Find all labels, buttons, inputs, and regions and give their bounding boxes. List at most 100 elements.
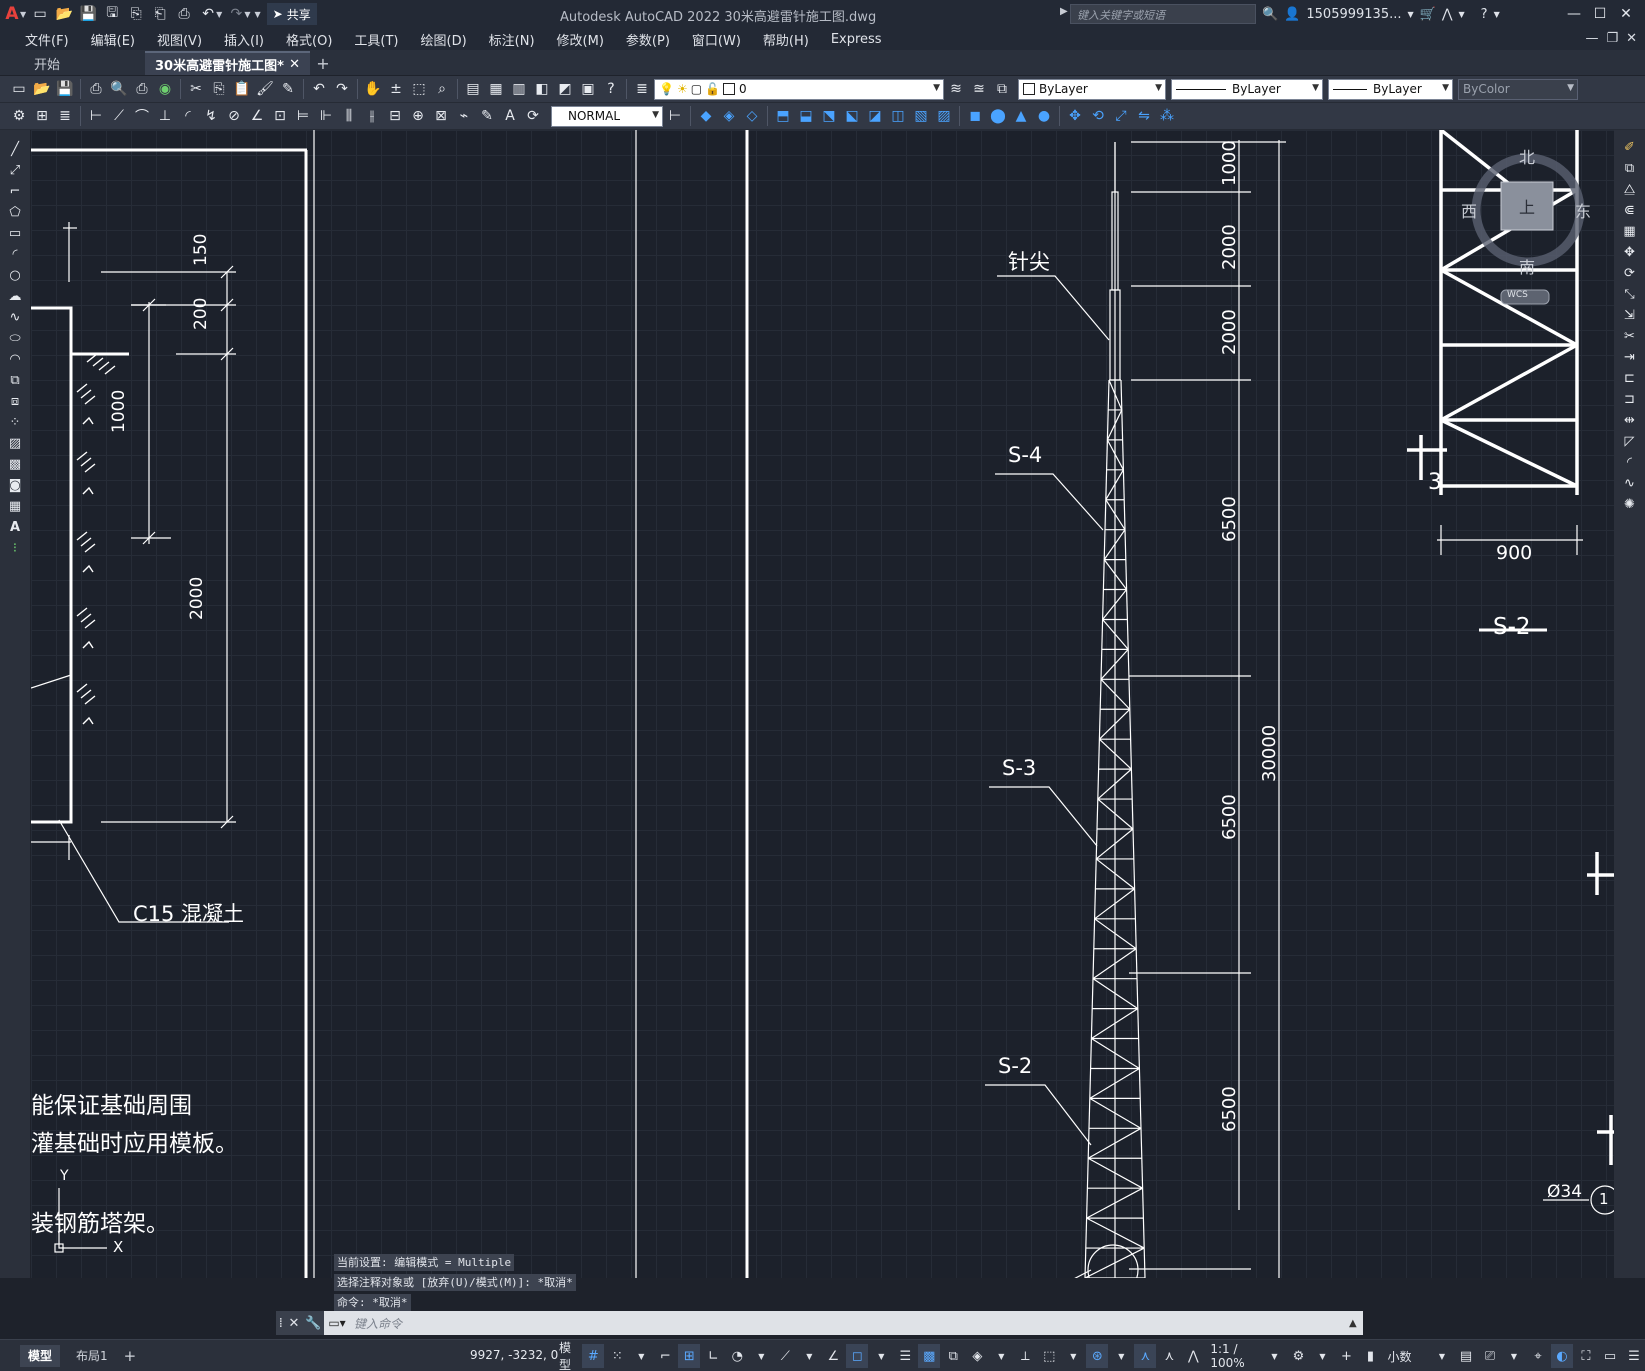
add-selected-icon[interactable]: ⁝	[5, 539, 25, 558]
arc-length-icon[interactable]: ⌒	[131, 105, 153, 127]
break-icon[interactable]: ⊐	[1620, 390, 1640, 409]
viewcube[interactable]	[1471, 153, 1585, 305]
quick-properties-icon[interactable]: ▤	[1455, 1344, 1477, 1368]
units-dropdown-icon[interactable]: ▼	[1431, 1344, 1453, 1368]
open-web-icon[interactable]: ⎘	[124, 2, 148, 26]
menu-item[interactable]: 修改(M)	[546, 30, 615, 49]
a360-dropdown-icon[interactable]: ▼	[1459, 10, 1465, 19]
loft-icon[interactable]: ⬕	[841, 105, 863, 127]
lineweight-dropdown[interactable]: ByLayer ▼	[1328, 78, 1453, 100]
hatch-icon[interactable]: ▨	[5, 434, 25, 453]
polar-tracking-icon[interactable]: ◔	[726, 1344, 748, 1368]
gizmo-rotate-icon[interactable]: ⟲	[1087, 105, 1109, 127]
workspace-icon[interactable]: ⚙	[8, 105, 30, 127]
gizmo-move-icon[interactable]: ✥	[1064, 105, 1086, 127]
array-icon[interactable]: ▦	[1620, 222, 1640, 241]
linetype-dropdown[interactable]: ByLayer ▼	[1171, 78, 1323, 100]
new-file-icon[interactable]: ▭	[28, 2, 52, 26]
markup-icon[interactable]: ◩	[554, 78, 576, 100]
selection-cycling-icon[interactable]: ⧉	[942, 1344, 964, 1368]
customize-wrench-icon[interactable]: 🔧	[305, 1316, 321, 1331]
units-icon[interactable]: ▮	[1359, 1344, 1381, 1368]
redo-icon[interactable]: ↷	[331, 78, 353, 100]
selection-filter-icon[interactable]: ⬚	[1038, 1344, 1060, 1368]
join-icon[interactable]: ⇹	[1620, 411, 1640, 430]
share-button[interactable]: ➤ 共享	[266, 3, 317, 25]
drawing-canvas[interactable]: 150 200 1000 2000 C15 混凝土 能保证基础周围 灌基础时应用…	[31, 130, 1614, 1278]
menu-item[interactable]: 工具(T)	[343, 30, 409, 49]
menu-item[interactable]: 插入(I)	[213, 30, 275, 49]
menu-item[interactable]: 标注(N)	[478, 30, 546, 49]
isodraft-icon[interactable]: ⟋	[774, 1344, 796, 1368]
dim-space-icon[interactable]: ⫼	[338, 105, 360, 127]
mtext-icon[interactable]: A	[5, 518, 25, 537]
jogged-linear-icon[interactable]: ⌁	[453, 105, 475, 127]
units-value[interactable]: 小数	[1383, 1348, 1429, 1365]
design-center-icon[interactable]: ▦	[485, 78, 507, 100]
tool-palettes-icon[interactable]: ▥	[508, 78, 530, 100]
polygon-icon[interactable]: ⬠	[5, 203, 25, 222]
save-icon[interactable]: 💾	[76, 2, 100, 26]
menu-item[interactable]: 参数(P)	[615, 30, 681, 49]
block-editor-icon[interactable]: ✎	[277, 78, 299, 100]
layer-viewport-icon[interactable]: ▢	[691, 82, 702, 96]
make-current-layer-icon[interactable]: ≋	[945, 78, 967, 100]
doc-minimize-icon[interactable]: —	[1585, 31, 1598, 46]
search-icon[interactable]: 🔍	[1262, 7, 1278, 22]
scale-dropdown-icon[interactable]: ▼	[1263, 1344, 1285, 1368]
snap-icon[interactable]: ⁙	[606, 1344, 628, 1368]
ordinate-dim-icon[interactable]: ⊥	[154, 105, 176, 127]
undo-dropdown-icon[interactable]: ▼	[216, 10, 222, 19]
dim-update-icon[interactable]: ⟳	[522, 105, 544, 127]
trim-icon[interactable]: ✂	[1620, 327, 1640, 346]
menu-item[interactable]: 文件(F)	[14, 30, 80, 49]
search-input[interactable]: 键入关键字或短语	[1070, 4, 1256, 24]
move-icon[interactable]: ✥	[1620, 243, 1640, 262]
3d-print-icon[interactable]: ◉	[154, 78, 176, 100]
layout-tab-layout1[interactable]: 布局1	[68, 1345, 116, 1367]
quick-dim-icon[interactable]: ⊡	[269, 105, 291, 127]
menu-item[interactable]: 绘图(D)	[410, 30, 478, 49]
copy-object-icon[interactable]: ⧉	[1620, 159, 1640, 178]
open-icon[interactable]: 📂	[31, 78, 53, 100]
mirror-icon[interactable]: ⧋	[1620, 180, 1640, 199]
dimstyle-dropdown[interactable]: NORMAL ▼	[551, 105, 663, 127]
gizmo-scale-icon[interactable]: ⤢	[1110, 105, 1132, 127]
quick-select-icon[interactable]: ⊞	[31, 105, 53, 127]
lock-ui-icon[interactable]: ⎚	[1479, 1344, 1501, 1368]
help-icon[interactable]: ?	[1481, 7, 1488, 22]
filter-dropdown-icon[interactable]: ▼	[1062, 1344, 1084, 1368]
calculator-icon[interactable]: ▣	[577, 78, 599, 100]
arc-icon[interactable]: ◜	[5, 245, 25, 264]
blend-curves-icon[interactable]: ∿	[1620, 474, 1640, 493]
save-web-icon[interactable]: ⎗	[148, 2, 172, 26]
revision-cloud-icon[interactable]: ☁	[5, 287, 25, 306]
add-layout-button[interactable]: +	[116, 1345, 145, 1367]
clean-screen-icon[interactable]: ⛶	[1575, 1344, 1597, 1368]
gizmo-icon[interactable]: ⊛	[1086, 1344, 1109, 1368]
workspace-dropdown-icon[interactable]: ▼	[1311, 1344, 1333, 1368]
3d-osnap-icon[interactable]: ◈	[966, 1344, 988, 1368]
autodesk-a360-icon[interactable]: ⋀	[1442, 7, 1453, 22]
inspect-icon[interactable]: ⊠	[430, 105, 452, 127]
grid-icon[interactable]: #	[582, 1344, 605, 1368]
dynamic-ucs-icon[interactable]: ⟂	[1014, 1344, 1036, 1368]
make-block-icon[interactable]: ⧈	[5, 392, 25, 411]
annotation-scale-value[interactable]: 1:1 / 100%	[1206, 1342, 1261, 1370]
union-icon[interactable]: ◆	[695, 105, 717, 127]
line-icon[interactable]: ╱	[5, 140, 25, 159]
fullscreen-icon[interactable]: ▭	[1599, 1344, 1621, 1368]
table-icon[interactable]: ▦	[5, 497, 25, 516]
maximize-icon[interactable]: ☐	[1587, 2, 1613, 26]
close-command-line-icon[interactable]: ✕	[289, 1316, 300, 1331]
sheet-set-icon[interactable]: ◧	[531, 78, 553, 100]
extrude-icon[interactable]: ⬒	[772, 105, 794, 127]
polar-dropdown-icon[interactable]: ▼	[750, 1344, 772, 1368]
customization-menu-icon[interactable]: ☰	[1623, 1344, 1645, 1368]
user-dropdown-icon[interactable]: ▼	[1407, 10, 1413, 19]
angular-dim-icon[interactable]: ∠	[246, 105, 268, 127]
break-at-point-icon[interactable]: ⊏	[1620, 369, 1640, 388]
insert-block-icon[interactable]: ⧉	[5, 371, 25, 390]
cut-icon[interactable]: ✂	[185, 78, 207, 100]
gradient-icon[interactable]: ▩	[5, 455, 25, 474]
